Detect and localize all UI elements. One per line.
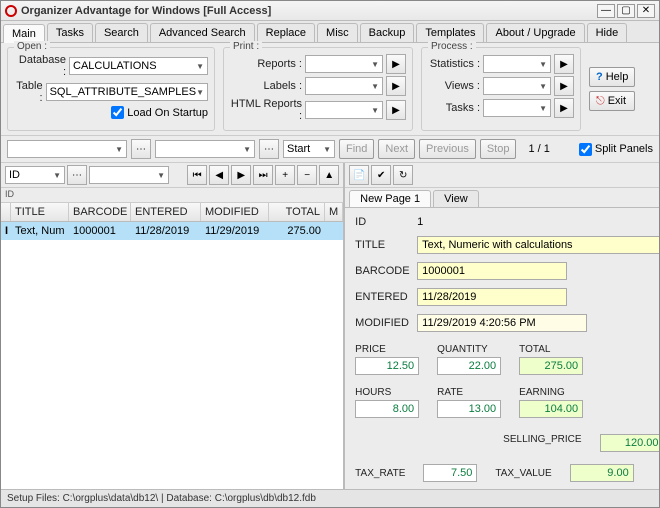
nav-first-icon[interactable]: ⏮: [187, 165, 207, 185]
reports-go-icon[interactable]: ▶: [386, 54, 406, 74]
tasks-go-icon[interactable]: ▶: [554, 98, 574, 118]
minimize-button[interactable]: —: [597, 4, 615, 18]
labels-go-icon[interactable]: ▶: [386, 76, 406, 96]
titlebar: Organizer Advantage for Windows [Full Ac…: [1, 1, 659, 21]
grid-combo-2[interactable]: ▼: [89, 166, 169, 184]
barcode-field[interactable]: 1000001: [417, 262, 567, 280]
entered-field[interactable]: 11/28/2019: [417, 288, 567, 306]
modified-field: 11/29/2019 4:20:56 PM: [417, 314, 587, 332]
help-button[interactable]: ?Help: [589, 67, 635, 87]
main-tabs: Main Tasks Search Advanced Search Replac…: [1, 21, 659, 43]
process-group: Process : Statistics :▼▶ Views :▼▶ Tasks…: [421, 47, 581, 131]
previous-button[interactable]: Previous: [419, 139, 476, 159]
detail-save-icon[interactable]: ✔: [371, 165, 391, 185]
tab-search[interactable]: Search: [95, 23, 148, 42]
selling-price-field: 120.00: [600, 434, 659, 452]
exit-button[interactable]: ⎋Exit: [589, 91, 635, 111]
table-combo[interactable]: SQL_ATTRIBUTE_SAMPLES▼: [46, 83, 208, 101]
record-counter: 1 / 1: [528, 143, 549, 155]
views-combo[interactable]: ▼: [483, 77, 551, 95]
search-opt-1[interactable]: ⋯: [131, 139, 151, 159]
tab-advanced-search[interactable]: Advanced Search: [150, 23, 255, 42]
print-group: Print : Reports :▼▶ Labels :▼▶ HTML Repo…: [223, 47, 413, 131]
html-go-icon[interactable]: ▶: [386, 100, 406, 120]
price-field[interactable]: 12.50: [355, 357, 419, 375]
table-row[interactable]: I Text, Num 1000001 11/28/2019 11/29/201…: [1, 222, 343, 240]
stats-combo[interactable]: ▼: [483, 55, 551, 73]
nav-next-icon[interactable]: ▶: [231, 165, 251, 185]
status-bar: Setup Files: C:\orgplus\data\db12\ | Dat…: [1, 489, 659, 507]
start-combo[interactable]: Start▼: [283, 140, 335, 158]
html-combo[interactable]: ▼: [305, 101, 383, 119]
stats-go-icon[interactable]: ▶: [554, 54, 574, 74]
nav-last-icon[interactable]: ⏭: [253, 165, 273, 185]
tasks-combo[interactable]: ▼: [483, 99, 551, 117]
stop-button[interactable]: Stop: [480, 139, 517, 159]
tax-rate-field[interactable]: 7.50: [423, 464, 477, 482]
nav-edit-icon[interactable]: ▲: [319, 165, 339, 185]
tab-templates[interactable]: Templates: [416, 23, 484, 42]
tab-new-page-1[interactable]: New Page 1: [349, 190, 431, 207]
nav-add-icon[interactable]: +: [275, 165, 295, 185]
id-value: 1: [417, 216, 423, 228]
tab-view[interactable]: View: [433, 190, 479, 207]
labels-combo[interactable]: ▼: [305, 77, 383, 95]
tab-tasks[interactable]: Tasks: [47, 23, 93, 42]
app-icon: [5, 5, 17, 17]
tab-about[interactable]: About / Upgrade: [486, 23, 584, 42]
search-combo-1[interactable]: ▼: [7, 140, 127, 158]
find-button[interactable]: Find: [339, 139, 374, 159]
reports-combo[interactable]: ▼: [305, 55, 383, 73]
tab-replace[interactable]: Replace: [257, 23, 315, 42]
views-go-icon[interactable]: ▶: [554, 76, 574, 96]
next-button[interactable]: Next: [378, 139, 415, 159]
maximize-button[interactable]: ▢: [617, 4, 635, 18]
detail-refresh-icon[interactable]: ↻: [393, 165, 413, 185]
title-field[interactable]: Text, Numeric with calculations: [417, 236, 659, 254]
split-panels-checkbox[interactable]: [579, 143, 592, 156]
total-field: 275.00: [519, 357, 583, 375]
nav-del-icon[interactable]: −: [297, 165, 317, 185]
search-opt-2[interactable]: ⋯: [259, 139, 279, 159]
close-button[interactable]: ✕: [637, 4, 655, 18]
database-combo[interactable]: CALCULATIONS▼: [69, 57, 208, 75]
hours-field[interactable]: 8.00: [355, 400, 419, 418]
tab-misc[interactable]: Misc: [317, 23, 358, 42]
tax-value-field: 9.00: [570, 464, 634, 482]
nav-prev-icon[interactable]: ◀: [209, 165, 229, 185]
open-group: Open : Database : CALCULATIONS▼ Table : …: [7, 47, 215, 131]
grid-opt[interactable]: ⋯: [67, 165, 87, 185]
detail-new-icon[interactable]: 📄: [349, 165, 369, 185]
quantity-field[interactable]: 22.00: [437, 357, 501, 375]
tab-hide[interactable]: Hide: [587, 23, 628, 42]
rate-field[interactable]: 13.00: [437, 400, 501, 418]
earning-field: 104.00: [519, 400, 583, 418]
id-combo[interactable]: ID▼: [5, 166, 65, 184]
tab-backup[interactable]: Backup: [360, 23, 415, 42]
search-combo-2[interactable]: ▼: [155, 140, 255, 158]
window-title: Organizer Advantage for Windows [Full Ac…: [21, 5, 597, 17]
load-on-startup-checkbox[interactable]: [111, 106, 124, 119]
search-toolbar: ▼ ⋯ ▼ ⋯ Start▼ Find Next Previous Stop 1…: [1, 136, 659, 163]
grid-header: TITLE BARCODE ENTERED MODIFIED TOTAL M: [1, 203, 343, 222]
